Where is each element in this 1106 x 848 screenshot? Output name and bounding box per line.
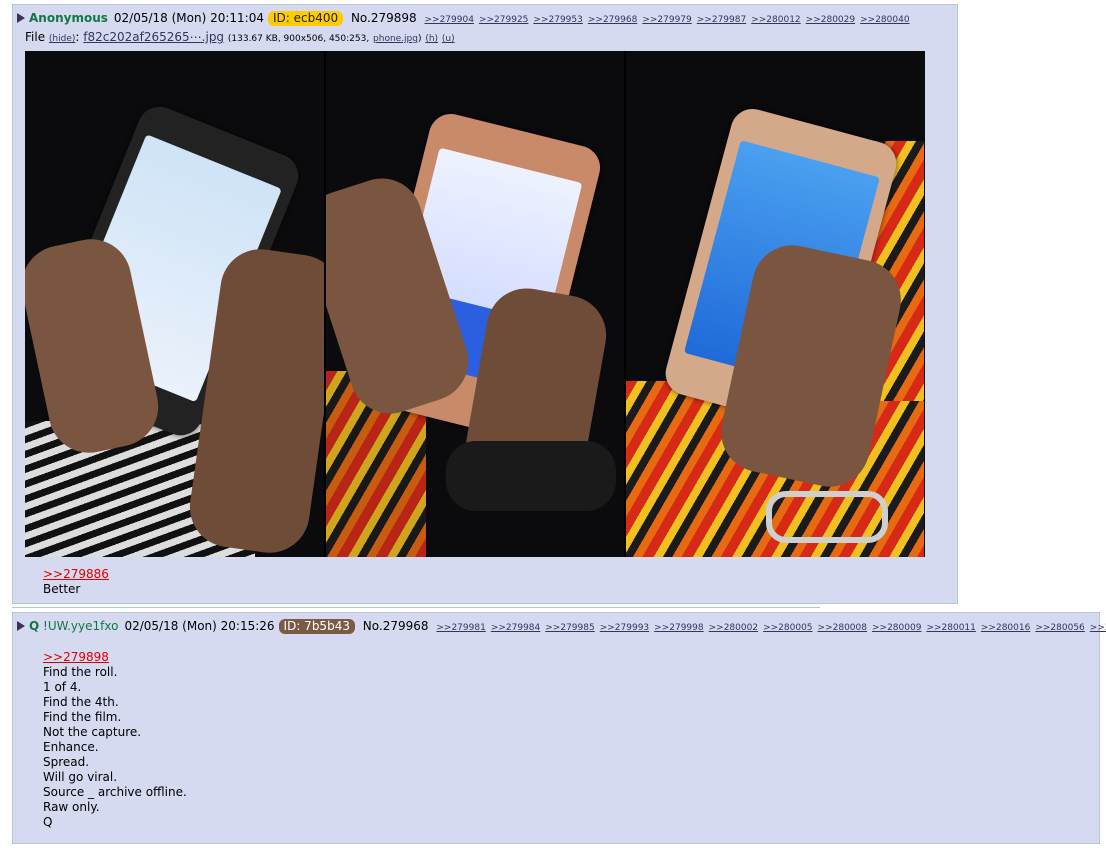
- post-text-line: Enhance.: [43, 740, 99, 754]
- post-header: Q !UW.yye1fxo 02/05/18 (Mon) 20:15:26 ID: …: [17, 618, 1106, 636]
- poster-id-badge[interactable]: ID: 7b5b43: [278, 619, 355, 634]
- upload-link[interactable]: (u): [442, 34, 455, 44]
- backlink[interactable]: >>280040: [860, 15, 909, 25]
- backlink[interactable]: >>279985: [545, 623, 594, 633]
- backlink[interactable]: >>280002: [709, 623, 758, 633]
- post-text-line: 1 of 4.: [43, 680, 82, 694]
- hash-link[interactable]: (h): [425, 34, 438, 44]
- backlink[interactable]: >>280011: [926, 623, 975, 633]
- backlink[interactable]: >>279981: [436, 623, 485, 633]
- image-panel-left: [25, 51, 324, 557]
- backlinks: >>279981 >>279984 >>279985 >>279993 >>279998…: [436, 619, 1106, 633]
- post-number[interactable]: No.279898: [351, 11, 417, 25]
- backlink[interactable]: >>280016: [981, 623, 1030, 633]
- post-image-phones[interactable]: [25, 51, 926, 557]
- backlink[interactable]: >>280056: [1035, 623, 1084, 633]
- quote-link[interactable]: >>279898: [43, 650, 109, 664]
- backlink[interactable]: >>279953: [533, 15, 582, 25]
- post-text-line: Find the roll.: [43, 665, 118, 679]
- post-text-line: Will go viral.: [43, 770, 118, 784]
- post-divider: [12, 607, 820, 608]
- backlink[interactable]: >>279993: [600, 623, 649, 633]
- wristwatch: [445, 441, 616, 511]
- post-date: 02/05/18 (Mon) 20:11:04: [113, 11, 264, 25]
- post-text-line: Spread.: [43, 755, 90, 769]
- file-name-link[interactable]: f82c202af265265⋯.jpg: [83, 30, 224, 44]
- hide-file-link[interactable]: (hide): [49, 34, 75, 44]
- file-label: File: [25, 30, 46, 44]
- backlink[interactable]: >>279987: [697, 15, 746, 25]
- backlink[interactable]: >>280012: [751, 15, 800, 25]
- post-text-line: Find the 4th.: [43, 695, 119, 709]
- backlink[interactable]: >>280029: [806, 15, 855, 25]
- file-meta: (133.67 KB, 900x506, 450:253,: [227, 34, 370, 44]
- post-date: 02/05/18 (Mon) 20:15:26: [124, 619, 275, 633]
- original-filename-link[interactable]: phone.jpg: [373, 34, 418, 44]
- backlink[interactable]: >>280008: [818, 623, 867, 633]
- post-body: >>279898 Find the roll. 1 of 4. Find the…: [43, 650, 187, 830]
- post-body: >>279886 Better: [43, 567, 109, 597]
- post-menu-arrow-icon[interactable]: [17, 13, 25, 23]
- poster-name: Q: [29, 619, 40, 633]
- backlink[interactable]: >>279979: [642, 15, 691, 25]
- post-text-line: Source _ archive offline.: [43, 785, 187, 799]
- post-text-line: Find the film.: [43, 710, 122, 724]
- post-text-line: Raw only.: [43, 800, 100, 814]
- post-text-line: Not the capture.: [43, 725, 142, 739]
- backlink[interactable]: >>279925: [479, 15, 528, 25]
- backlink[interactable]: >>279998: [654, 623, 703, 633]
- bracelet: [766, 491, 889, 543]
- image-panel-right: [626, 51, 926, 557]
- post-number[interactable]: No.279968: [363, 619, 429, 633]
- file-info: File (hide): f82c202af265265⋯.jpg (133.6…: [25, 30, 455, 44]
- backlink[interactable]: >>279968: [588, 15, 637, 25]
- post-signature: Q: [43, 815, 53, 829]
- backlink[interactable]: >>279984: [491, 623, 540, 633]
- backlinks: >>279904 >>279925 >>279953 >>279968 >>279979…: [425, 11, 915, 25]
- post-279968: Q !UW.yye1fxo 02/05/18 (Mon) 20:15:26 ID: …: [12, 612, 1106, 844]
- poster-name: Anonymous: [29, 11, 108, 25]
- poster-id-badge[interactable]: ID: ecb400: [267, 11, 344, 26]
- backlink[interactable]: >>280005: [763, 623, 812, 633]
- quote-link[interactable]: >>279886: [43, 567, 109, 581]
- poster-tripcode: !UW.yye1fxo: [43, 619, 119, 633]
- backlink[interactable]: >>279904: [425, 15, 474, 25]
- post-text-line: Better: [43, 582, 81, 596]
- backlink[interactable]: >>280009: [872, 623, 921, 633]
- post-header: Anonymous 02/05/18 (Mon) 20:11:04 ID: ecb4…: [17, 10, 915, 28]
- image-panel-middle: [325, 51, 625, 557]
- post-menu-arrow-icon[interactable]: [17, 621, 25, 631]
- post-279898: Anonymous 02/05/18 (Mon) 20:11:04 ID: ecb4…: [12, 4, 958, 604]
- backlink[interactable]: >>280068: [1090, 623, 1106, 633]
